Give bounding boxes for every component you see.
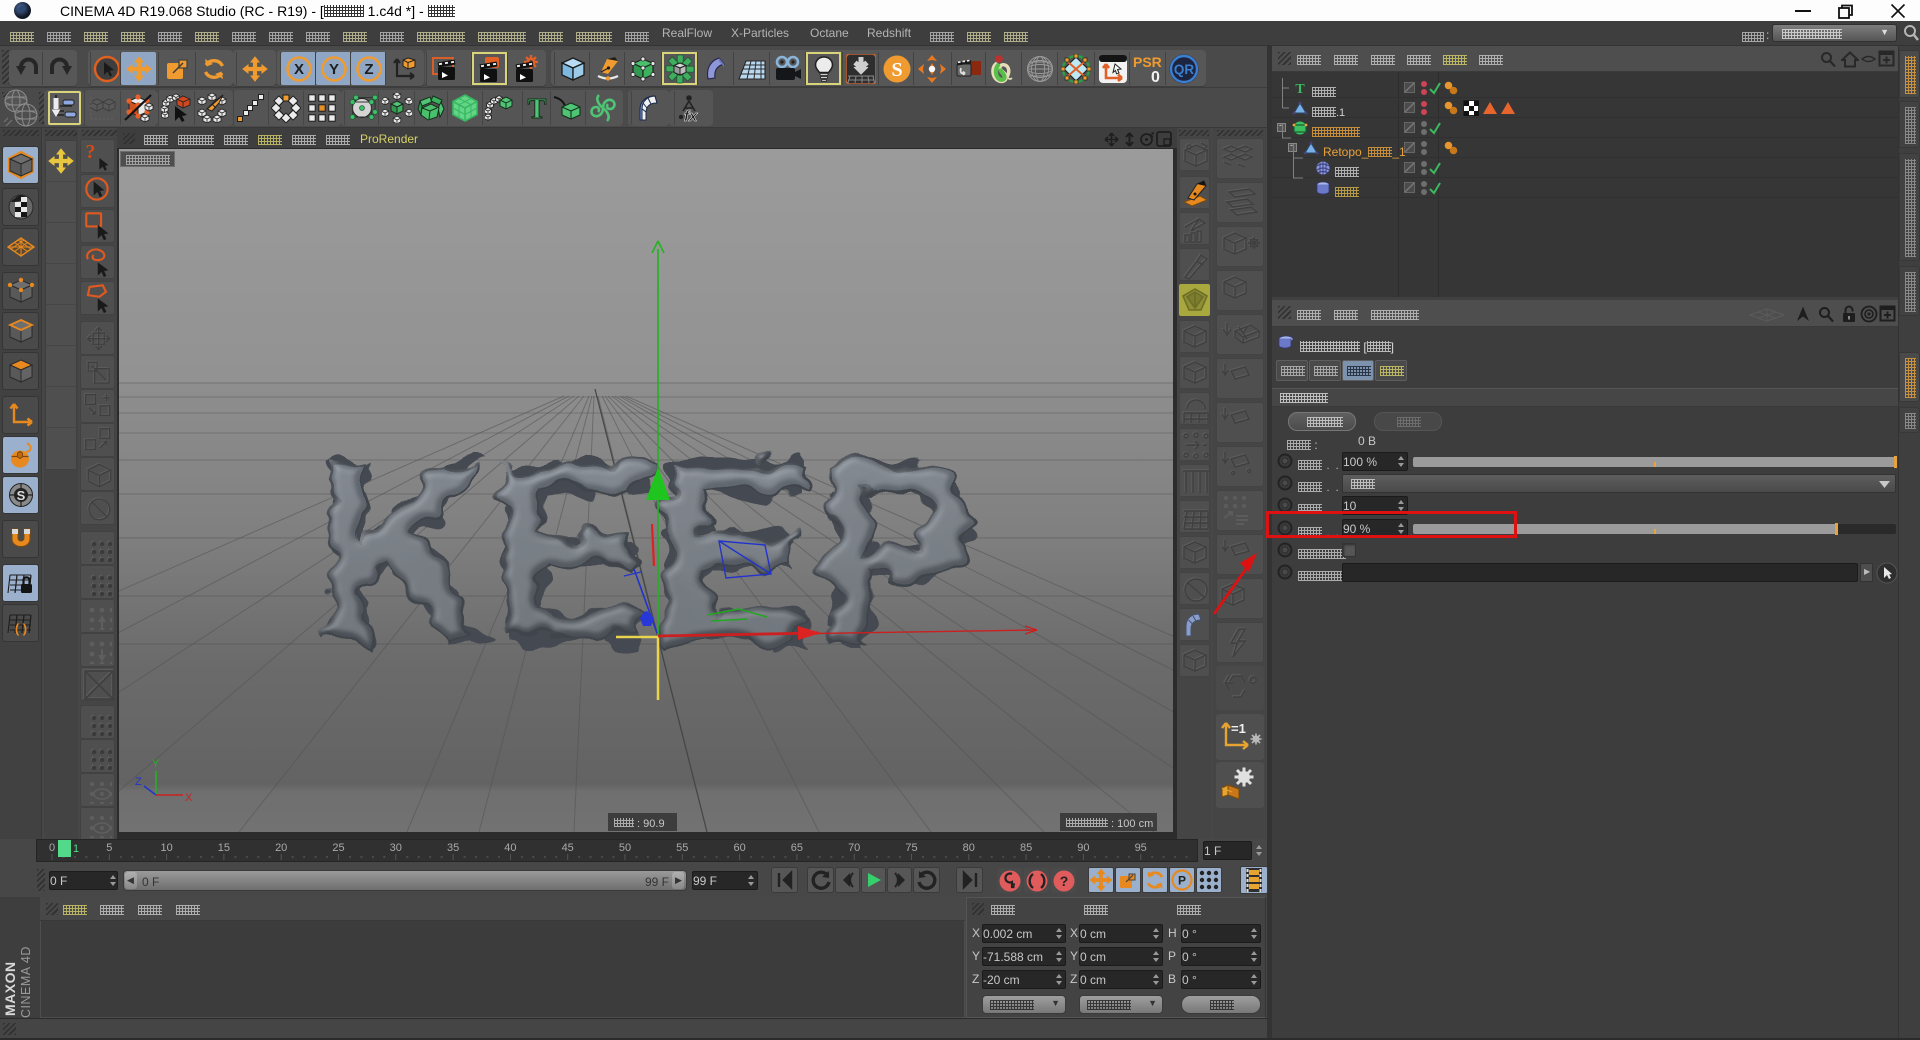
svg-text:10: 10 [160,842,172,854]
svg-text:?: ? [85,141,95,163]
svg-text:30: 30 [390,842,402,854]
svg-text:20: 20 [275,842,287,854]
svg-text:60: 60 [733,842,745,854]
svg-text:0: 0 [1151,69,1160,84]
svg-text:65: 65 [791,842,803,854]
svg-text:Y: Y [152,758,160,770]
svg-text:90: 90 [1077,842,1089,854]
svg-text:fx: fx [684,108,698,123]
svg-text:S: S [891,59,902,81]
svg-text:KEEP: KEEP [314,407,978,693]
svg-text:S: S [16,488,25,503]
svg-text:95: 95 [1135,842,1147,854]
svg-text:5: 5 [106,842,112,854]
svg-text:T: T [527,94,546,123]
svg-text:85: 85 [1020,842,1032,854]
svg-text:( ): ( ) [14,621,26,636]
svg-text:25: 25 [332,842,344,854]
svg-text:45: 45 [562,842,574,854]
svg-text:70: 70 [848,842,860,854]
svg-text:40: 40 [504,842,516,854]
svg-text:QR: QR [1173,62,1194,77]
svg-text:75: 75 [905,842,917,854]
svg-text:P: P [1178,874,1186,888]
svg-text:0: 0 [49,842,55,854]
svg-text:80: 80 [963,842,975,854]
svg-text:15: 15 [218,842,230,854]
svg-text:Z: Z [135,776,142,788]
svg-text:50: 50 [619,842,631,854]
svg-text:35: 35 [447,842,459,854]
svg-text:X: X [293,61,303,78]
svg-text:?: ? [1059,873,1068,889]
svg-text:Y: Y [328,61,338,78]
svg-text:=1: =1 [1231,721,1246,736]
svg-text:55: 55 [676,842,688,854]
svg-text:X: X [185,792,193,804]
svg-text:PSR: PSR [1133,54,1162,70]
svg-text:Z: Z [364,61,373,78]
